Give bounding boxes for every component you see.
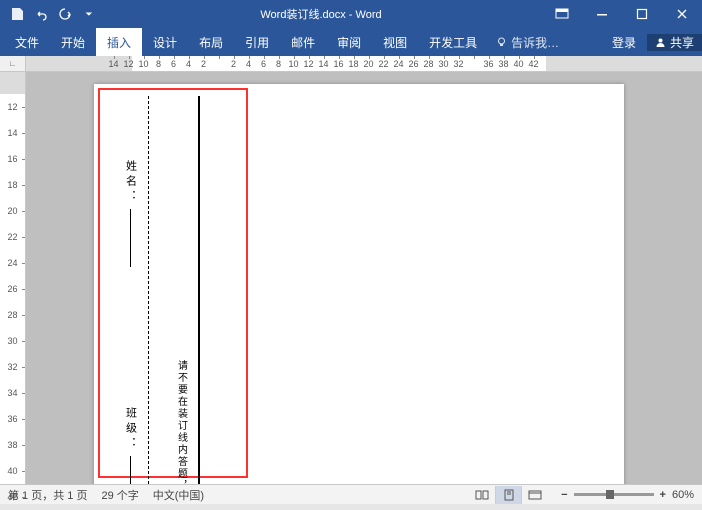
zoom-slider[interactable]: [574, 493, 654, 496]
tab-view[interactable]: 视图: [372, 28, 418, 56]
lightbulb-icon: [496, 37, 507, 48]
tab-insert[interactable]: 插入: [96, 28, 142, 56]
binding-fields-column: 姓名： 班级： 学校：: [112, 94, 148, 484]
redo-icon[interactable]: [54, 3, 76, 25]
person-icon: [655, 37, 666, 48]
tab-review[interactable]: 审阅: [326, 28, 372, 56]
ruler-corner[interactable]: ∟: [0, 56, 26, 72]
zoom-out-button[interactable]: −: [561, 489, 567, 501]
dashed-binding-line: [148, 96, 152, 484]
close-icon[interactable]: [662, 0, 702, 28]
tab-references[interactable]: 引用: [234, 28, 280, 56]
tab-file[interactable]: 文件: [4, 28, 50, 56]
maximize-icon[interactable]: [622, 0, 662, 28]
word-count[interactable]: 29 个字: [101, 487, 138, 503]
web-layout-icon[interactable]: [521, 486, 547, 504]
tab-home[interactable]: 开始: [50, 28, 96, 56]
tab-mailings[interactable]: 邮件: [280, 28, 326, 56]
zoom-level[interactable]: 60%: [672, 489, 694, 501]
ribbon-tabs: 文件 开始 插入 设计 布局 引用 邮件 审阅 视图 开发工具 告诉我… 登录 …: [0, 28, 702, 56]
horizontal-ruler[interactable]: 1412108642246810121416182022242628303236…: [26, 56, 702, 72]
minimize-icon[interactable]: [582, 0, 622, 28]
solid-binding-line: [198, 96, 200, 484]
undo-icon[interactable]: [30, 3, 52, 25]
read-mode-icon[interactable]: [469, 486, 495, 504]
document-area[interactable]: 姓名： 班级： 学校： 请不要在装订线内答题，违者 0 份处理: [26, 72, 702, 484]
title-bar: ⏷ Word装订线.docx - Word: [0, 0, 702, 28]
qat-customize-icon[interactable]: ⏷: [78, 3, 100, 25]
window-title: Word装订线.docx - Word: [100, 6, 542, 22]
save-icon[interactable]: [6, 3, 28, 25]
view-buttons: [469, 486, 547, 504]
share-label: 共享: [670, 34, 694, 51]
share-button[interactable]: 共享: [647, 34, 702, 51]
binding-warning-column: 请不要在装订线内答题，违者 0 份处理: [166, 94, 196, 484]
vertical-ruler[interactable]: 12141618202224262830323436384042: [0, 72, 26, 484]
status-bar: 第 1 页，共 1 页 29 个字 中文(中国) − + 60%: [0, 484, 702, 504]
tab-developer[interactable]: 开发工具: [418, 28, 488, 56]
tab-layout[interactable]: 布局: [188, 28, 234, 56]
warning-text: 请不要在装订线内答题，违者 0 份处理: [174, 360, 189, 484]
tell-me-label: 告诉我…: [511, 34, 559, 51]
signin-button[interactable]: 登录: [601, 34, 647, 51]
tab-design[interactable]: 设计: [142, 28, 188, 56]
zoom-controls: − + 60%: [561, 489, 694, 501]
ribbon-display-icon[interactable]: [542, 0, 582, 28]
print-layout-icon[interactable]: [495, 486, 521, 504]
class-label: 班级：: [125, 407, 136, 452]
document-page[interactable]: 姓名： 班级： 学校： 请不要在装订线内答题，违者 0 份处理: [94, 84, 624, 484]
zoom-in-button[interactable]: +: [660, 489, 666, 501]
tell-me[interactable]: 告诉我…: [488, 28, 567, 56]
language-status[interactable]: 中文(中国): [153, 487, 204, 503]
name-label: 姓名：: [125, 160, 136, 205]
